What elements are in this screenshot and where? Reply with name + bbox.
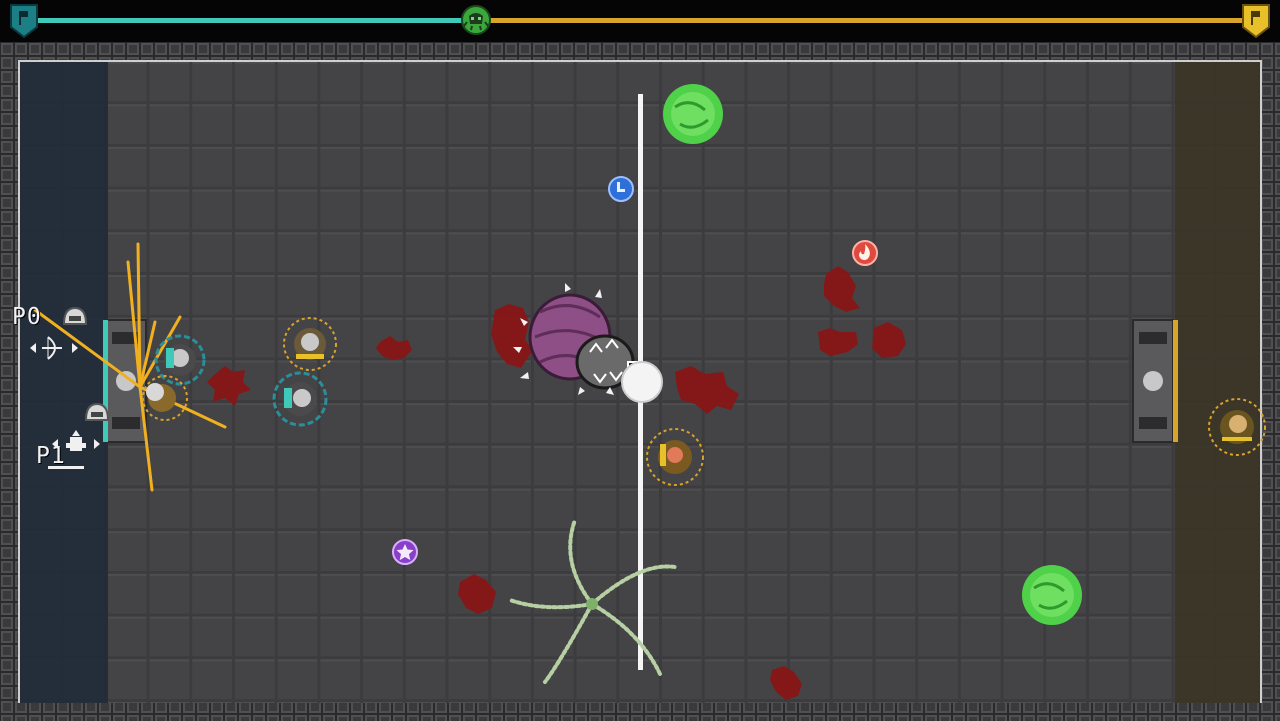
left-team-progress-bar	[38, 18, 478, 23]
top-hud-bar	[0, 0, 1280, 42]
star-power-icon	[392, 539, 418, 565]
skull-ball-token-icon	[461, 5, 491, 35]
player-0-label: P0	[12, 304, 42, 330]
team-flag-banner-icon	[1242, 4, 1270, 39]
bow-aim-icon	[30, 336, 78, 360]
left-endzone	[20, 62, 108, 703]
fire-power-icon	[852, 240, 878, 266]
green-portal-icon	[1022, 565, 1082, 625]
team-flag-banner-icon	[10, 4, 38, 39]
arena: P0 P1	[0, 42, 1280, 721]
right-goal	[1132, 319, 1178, 443]
helmet-avatar-icon	[84, 402, 110, 421]
right-endzone	[1175, 62, 1260, 703]
move-arrows-icon	[48, 430, 100, 469]
boot-speed-icon	[608, 176, 634, 202]
game-ball	[621, 361, 663, 403]
helmet-avatar-icon	[62, 306, 88, 325]
right-team-progress-bar	[478, 18, 1246, 23]
green-portal-icon	[663, 84, 723, 144]
arena-floor	[0, 42, 1280, 721]
